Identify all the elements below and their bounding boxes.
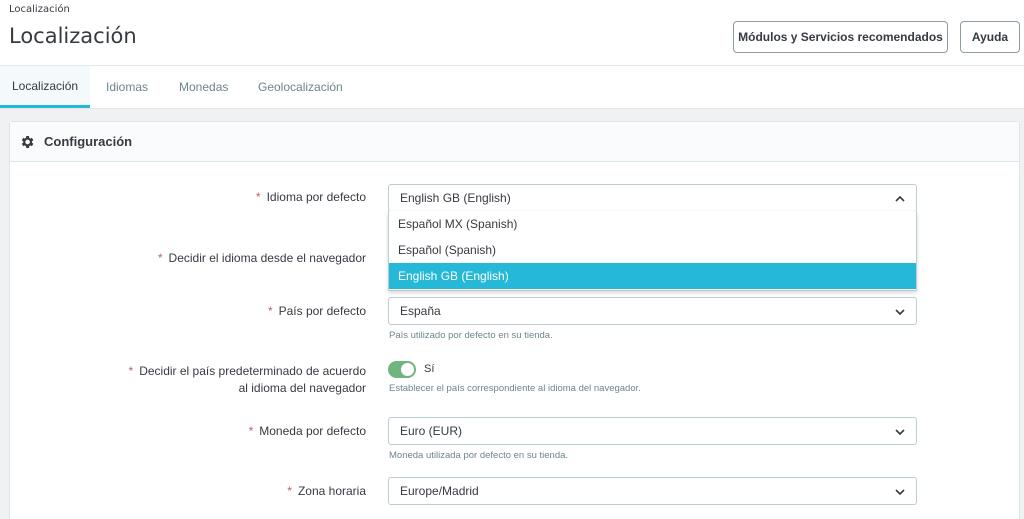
chevron-down-icon bbox=[895, 489, 905, 496]
default-country-help: País utilizado por defecto en su tienda. bbox=[389, 330, 553, 341]
dropdown-option-selected[interactable]: English GB (English) bbox=[389, 263, 916, 289]
required-mark: * bbox=[255, 190, 261, 204]
country-by-browser-switch[interactable] bbox=[388, 361, 416, 378]
page-title: Localización bbox=[9, 24, 137, 48]
breadcrumb[interactable]: Localización bbox=[9, 4, 70, 15]
timezone-value: Europe/Madrid bbox=[400, 484, 479, 498]
required-mark: * bbox=[157, 251, 163, 265]
tab-currencies[interactable]: Monedas bbox=[179, 66, 228, 108]
switch-label: Sí bbox=[424, 363, 435, 375]
dropdown-option[interactable]: Español MX (Spanish) bbox=[389, 211, 916, 237]
default-country-label: * País por defecto bbox=[267, 304, 366, 318]
required-mark: * bbox=[128, 364, 134, 378]
gear-icon bbox=[21, 135, 34, 148]
browser-language-label: * Decidir el idioma desde el navegador bbox=[157, 251, 366, 265]
default-language-dropdown: Español MX (Spanish) Español (Spanish) E… bbox=[388, 211, 917, 291]
tab-localization[interactable]: Localización bbox=[0, 66, 91, 108]
country-by-browser-label: * Decidir el país predeterminado de acuer… bbox=[128, 364, 366, 395]
help-button[interactable]: Ayuda bbox=[960, 21, 1020, 53]
default-language-label: * Idioma por defecto bbox=[255, 190, 366, 204]
default-currency-select[interactable]: Euro (EUR) bbox=[388, 417, 917, 445]
default-language-select[interactable]: English GB (English) bbox=[388, 184, 917, 212]
tab-geolocation[interactable]: Geolocalización bbox=[258, 66, 343, 108]
dropdown-option[interactable]: Español (Spanish) bbox=[389, 237, 916, 263]
default-country-select[interactable]: España bbox=[388, 297, 917, 325]
timezone-label: * Zona horaria bbox=[287, 484, 366, 498]
required-mark: * bbox=[287, 484, 292, 498]
switch-knob bbox=[401, 363, 414, 376]
default-language-value: English GB (English) bbox=[400, 191, 511, 205]
required-mark: * bbox=[248, 424, 254, 438]
panel-title: Configuración bbox=[44, 134, 133, 149]
timezone-select[interactable]: Europe/Madrid bbox=[388, 477, 917, 505]
default-currency-help: Moneda utilizada por defecto en su tiend… bbox=[389, 450, 569, 461]
chevron-down-icon bbox=[895, 309, 905, 316]
panel-header: Configuración bbox=[10, 122, 1019, 162]
default-currency-value: Euro (EUR) bbox=[400, 424, 463, 438]
default-currency-label: * Moneda por defecto bbox=[248, 424, 366, 438]
default-country-value: España bbox=[400, 304, 441, 318]
chevron-up-icon bbox=[895, 195, 905, 202]
tab-languages[interactable]: Idiomas bbox=[106, 66, 148, 108]
page-header: Localización Localización Módulos y Serv… bbox=[0, 0, 1024, 66]
required-mark: * bbox=[267, 304, 273, 318]
recommended-modules-button[interactable]: Módulos y Servicios recomendados bbox=[733, 21, 948, 53]
chevron-down-icon bbox=[895, 429, 905, 436]
country-by-browser-help: Establecer el país correspondiente al id… bbox=[389, 383, 641, 394]
tab-bar: Localización Idiomas Monedas Geolocaliza… bbox=[0, 66, 1024, 109]
